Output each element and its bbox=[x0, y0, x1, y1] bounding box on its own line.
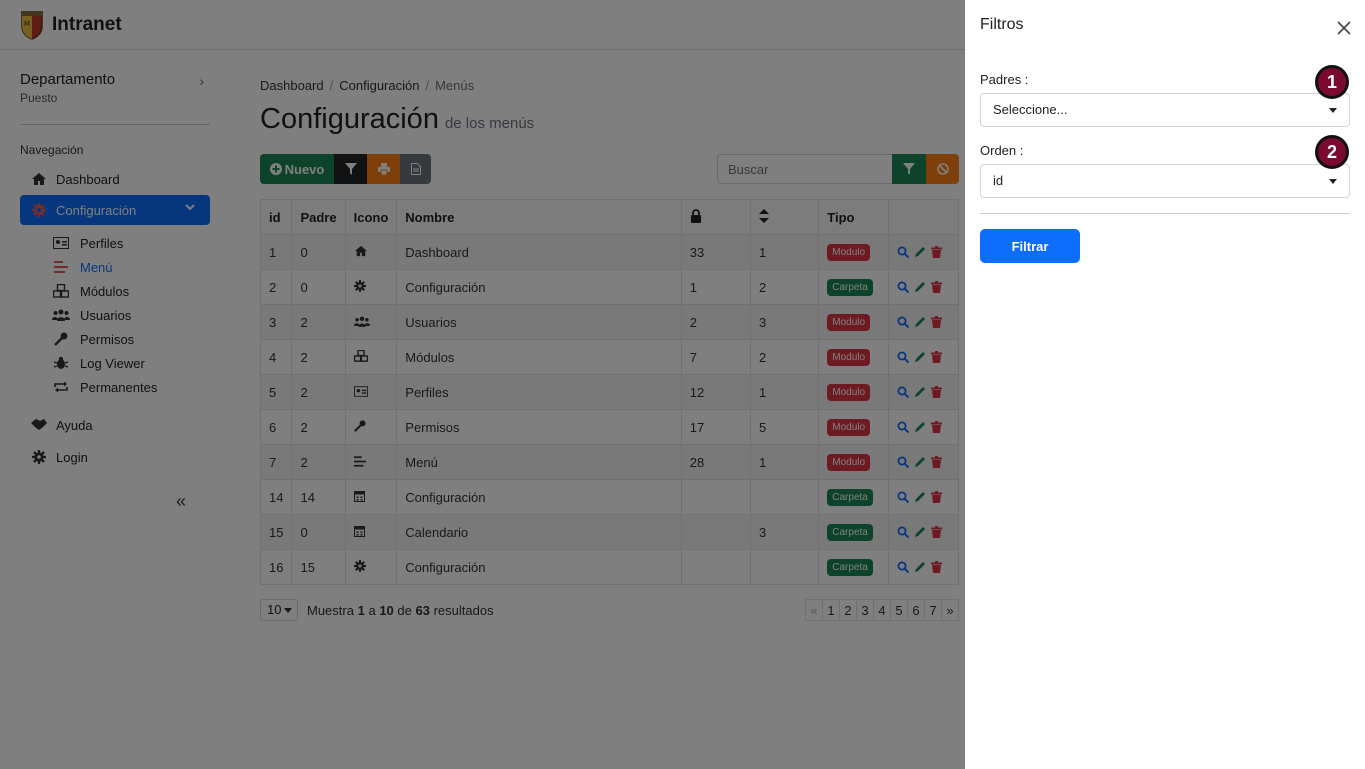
annotation-marker: 1 bbox=[1315, 65, 1349, 99]
caret-down-icon bbox=[1329, 108, 1337, 113]
padres-label: Padres : bbox=[980, 72, 1029, 87]
orden-select[interactable]: id bbox=[980, 164, 1350, 198]
annotation-marker: 2 bbox=[1315, 135, 1349, 169]
close-icon[interactable] bbox=[1336, 20, 1352, 36]
orden-select-value: id bbox=[993, 173, 1004, 188]
caret-down-icon bbox=[1329, 179, 1337, 184]
padres-select-value: Seleccione... bbox=[993, 102, 1068, 117]
drawer-title: Filtros bbox=[980, 16, 1024, 33]
app-window: M Intranet Departamento Puesto › Navegac… bbox=[0, 0, 965, 769]
filters-drawer: Filtros Padres : Seleccione... 1 Orden :… bbox=[965, 0, 1365, 769]
modal-backdrop[interactable] bbox=[0, 0, 965, 769]
padres-select[interactable]: Seleccione... bbox=[980, 93, 1350, 127]
orden-label: Orden : bbox=[980, 143, 1024, 158]
drawer-divider bbox=[980, 213, 1350, 214]
filtrar-button[interactable]: Filtrar bbox=[980, 229, 1080, 263]
